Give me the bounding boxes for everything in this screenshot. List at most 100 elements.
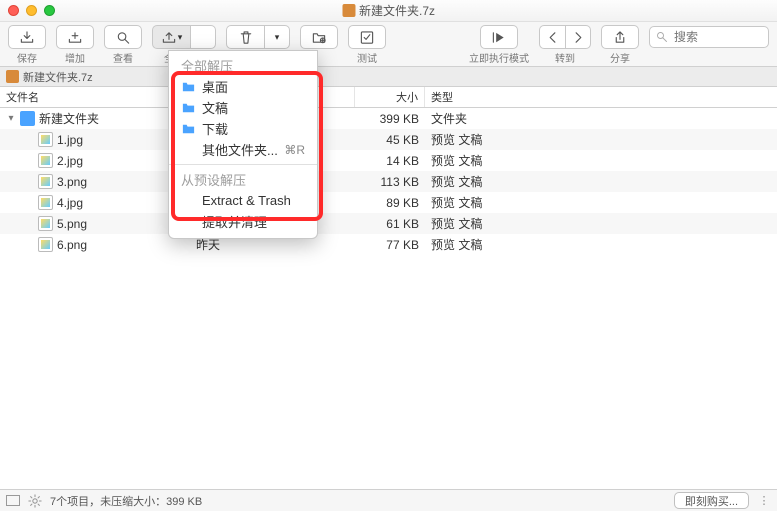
extract-all-button[interactable]: ▾: [152, 25, 190, 49]
blank-icon: [181, 142, 196, 157]
save-label: 保存: [17, 50, 37, 65]
status-summary: 7个项目，未压缩大小：399 KB: [50, 493, 202, 509]
menu-section-header: 全部解压: [169, 55, 317, 76]
menu-item-label: 下载: [202, 119, 228, 138]
trash-icon: [238, 30, 254, 45]
menu-shortcut: ⌘R: [284, 143, 305, 157]
menu-item[interactable]: 下载: [169, 118, 317, 139]
back-button[interactable]: [539, 25, 565, 49]
checkbox-icon: [359, 30, 375, 45]
file-kind: 预览 文稿: [425, 236, 777, 253]
menu-item-label: 其他文件夹...: [202, 140, 278, 159]
menu-item-label: 文稿: [202, 98, 228, 117]
disclosure-triangle[interactable]: ▾: [6, 113, 16, 124]
column-kind[interactable]: 类型: [425, 87, 777, 107]
image-file-icon: [38, 174, 53, 189]
layout-icon[interactable]: [6, 495, 20, 506]
run-mode-button[interactable]: [480, 25, 518, 49]
new-folder-button[interactable]: [300, 25, 338, 49]
window-title: 新建文件夹.7z: [359, 2, 435, 19]
folder-icon: [181, 121, 196, 136]
file-row[interactable]: 5.png昨天61 KB预览 文稿: [0, 213, 777, 234]
chevron-down-icon: ▾: [275, 32, 280, 43]
image-file-icon: [38, 237, 53, 252]
folder-icon: [181, 100, 196, 115]
goto-label: 转到: [555, 50, 575, 65]
path-bar[interactable]: 新建文件夹.7z: [0, 67, 777, 87]
menu-item[interactable]: 提取并清理: [169, 211, 317, 232]
menu-item-label: 桌面: [202, 77, 228, 96]
column-size[interactable]: 大小: [355, 87, 425, 107]
file-row[interactable]: ▾新建文件夹399 KB文件夹: [0, 108, 777, 129]
minimize-window-button[interactable]: [26, 5, 37, 16]
folder-icon: [20, 111, 35, 126]
search-icon: [656, 31, 668, 43]
share-label: 分享: [610, 50, 630, 65]
archive-icon: [6, 70, 19, 83]
buy-button[interactable]: 即刻购买...: [674, 492, 749, 509]
file-list[interactable]: ▾新建文件夹399 KB文件夹 1.jpg45 KB预览 文稿 2.jpg 14 …: [0, 108, 777, 489]
close-window-button[interactable]: [8, 5, 19, 16]
file-row[interactable]: 6.png昨天77 KB预览 文稿: [0, 234, 777, 255]
chevron-down-icon: ▾: [178, 32, 183, 43]
file-size: 45 KB: [355, 133, 425, 147]
file-name: 4.jpg: [57, 196, 83, 210]
archive-icon: [342, 4, 355, 17]
file-kind: 预览 文稿: [425, 173, 777, 190]
share-button[interactable]: [601, 25, 639, 49]
image-file-icon: [38, 216, 53, 231]
file-name: 2.jpg: [57, 154, 83, 168]
file-size: 61 KB: [355, 217, 425, 231]
path-label: 新建文件夹.7z: [23, 69, 93, 85]
run-mode-label: 立即执行模式: [469, 50, 529, 65]
file-size: 89 KB: [355, 196, 425, 210]
image-file-icon: [38, 132, 53, 147]
file-size: 399 KB: [355, 112, 425, 126]
delete-button[interactable]: [226, 25, 264, 49]
file-size: 113 KB: [355, 175, 425, 189]
extract-destination-menu: 全部解压 桌面文稿下载其他文件夹...⌘R 从预设解压 Extract & Tr…: [168, 50, 318, 239]
status-bar: 7个项目，未压缩大小：399 KB 即刻购买... ⋮: [0, 489, 777, 511]
search-input[interactable]: [672, 29, 752, 45]
file-row[interactable]: 2.jpg 14 KB预览 文稿: [0, 150, 777, 171]
file-name: 6.png: [57, 238, 87, 252]
file-kind: 预览 文稿: [425, 152, 777, 169]
view-button[interactable]: [104, 25, 142, 49]
play-icon: [491, 30, 507, 45]
file-kind: 预览 文稿: [425, 215, 777, 232]
menu-separator: [169, 164, 317, 165]
file-name: 5.png: [57, 217, 87, 231]
menu-item[interactable]: 文稿: [169, 97, 317, 118]
gear-icon[interactable]: [28, 494, 42, 508]
column-header-row: 文件名 大小 类型: [0, 87, 777, 108]
tray-plus-icon: [67, 30, 83, 45]
file-name: 3.png: [57, 175, 87, 189]
save-button[interactable]: [8, 25, 46, 49]
file-row[interactable]: 4.jpg 89 KB预览 文稿: [0, 192, 777, 213]
menu-item[interactable]: Extract & Trash: [169, 190, 317, 211]
menu-item-label: 提取并清理: [202, 212, 267, 231]
file-kind: 文件夹: [425, 110, 777, 127]
file-kind: 预览 文稿: [425, 131, 777, 148]
chevron-left-icon: [545, 30, 561, 45]
menu-item[interactable]: 桌面: [169, 76, 317, 97]
file-size: 14 KB: [355, 154, 425, 168]
extract-all-menu-button[interactable]: [190, 25, 216, 49]
view-label: 查看: [113, 50, 133, 65]
image-file-icon: [38, 195, 53, 210]
chevron-right-icon: [570, 30, 586, 45]
test-button[interactable]: [348, 25, 386, 49]
forward-button[interactable]: [565, 25, 591, 49]
search-field[interactable]: [649, 26, 769, 48]
folder-plus-icon: [311, 30, 327, 45]
delete-menu-button[interactable]: ▾: [264, 25, 290, 49]
menu-item-label: Extract & Trash: [202, 193, 291, 208]
add-button[interactable]: [56, 25, 94, 49]
menu-item[interactable]: 其他文件夹... ⌘R: [169, 139, 317, 160]
share-icon: [612, 30, 628, 45]
resize-handle-icon: ⋮: [757, 494, 771, 507]
file-row[interactable]: 3.png 113 KB预览 文稿: [0, 171, 777, 192]
file-row[interactable]: 1.jpg45 KB预览 文稿: [0, 129, 777, 150]
zoom-window-button[interactable]: [44, 5, 55, 16]
file-kind: 预览 文稿: [425, 194, 777, 211]
